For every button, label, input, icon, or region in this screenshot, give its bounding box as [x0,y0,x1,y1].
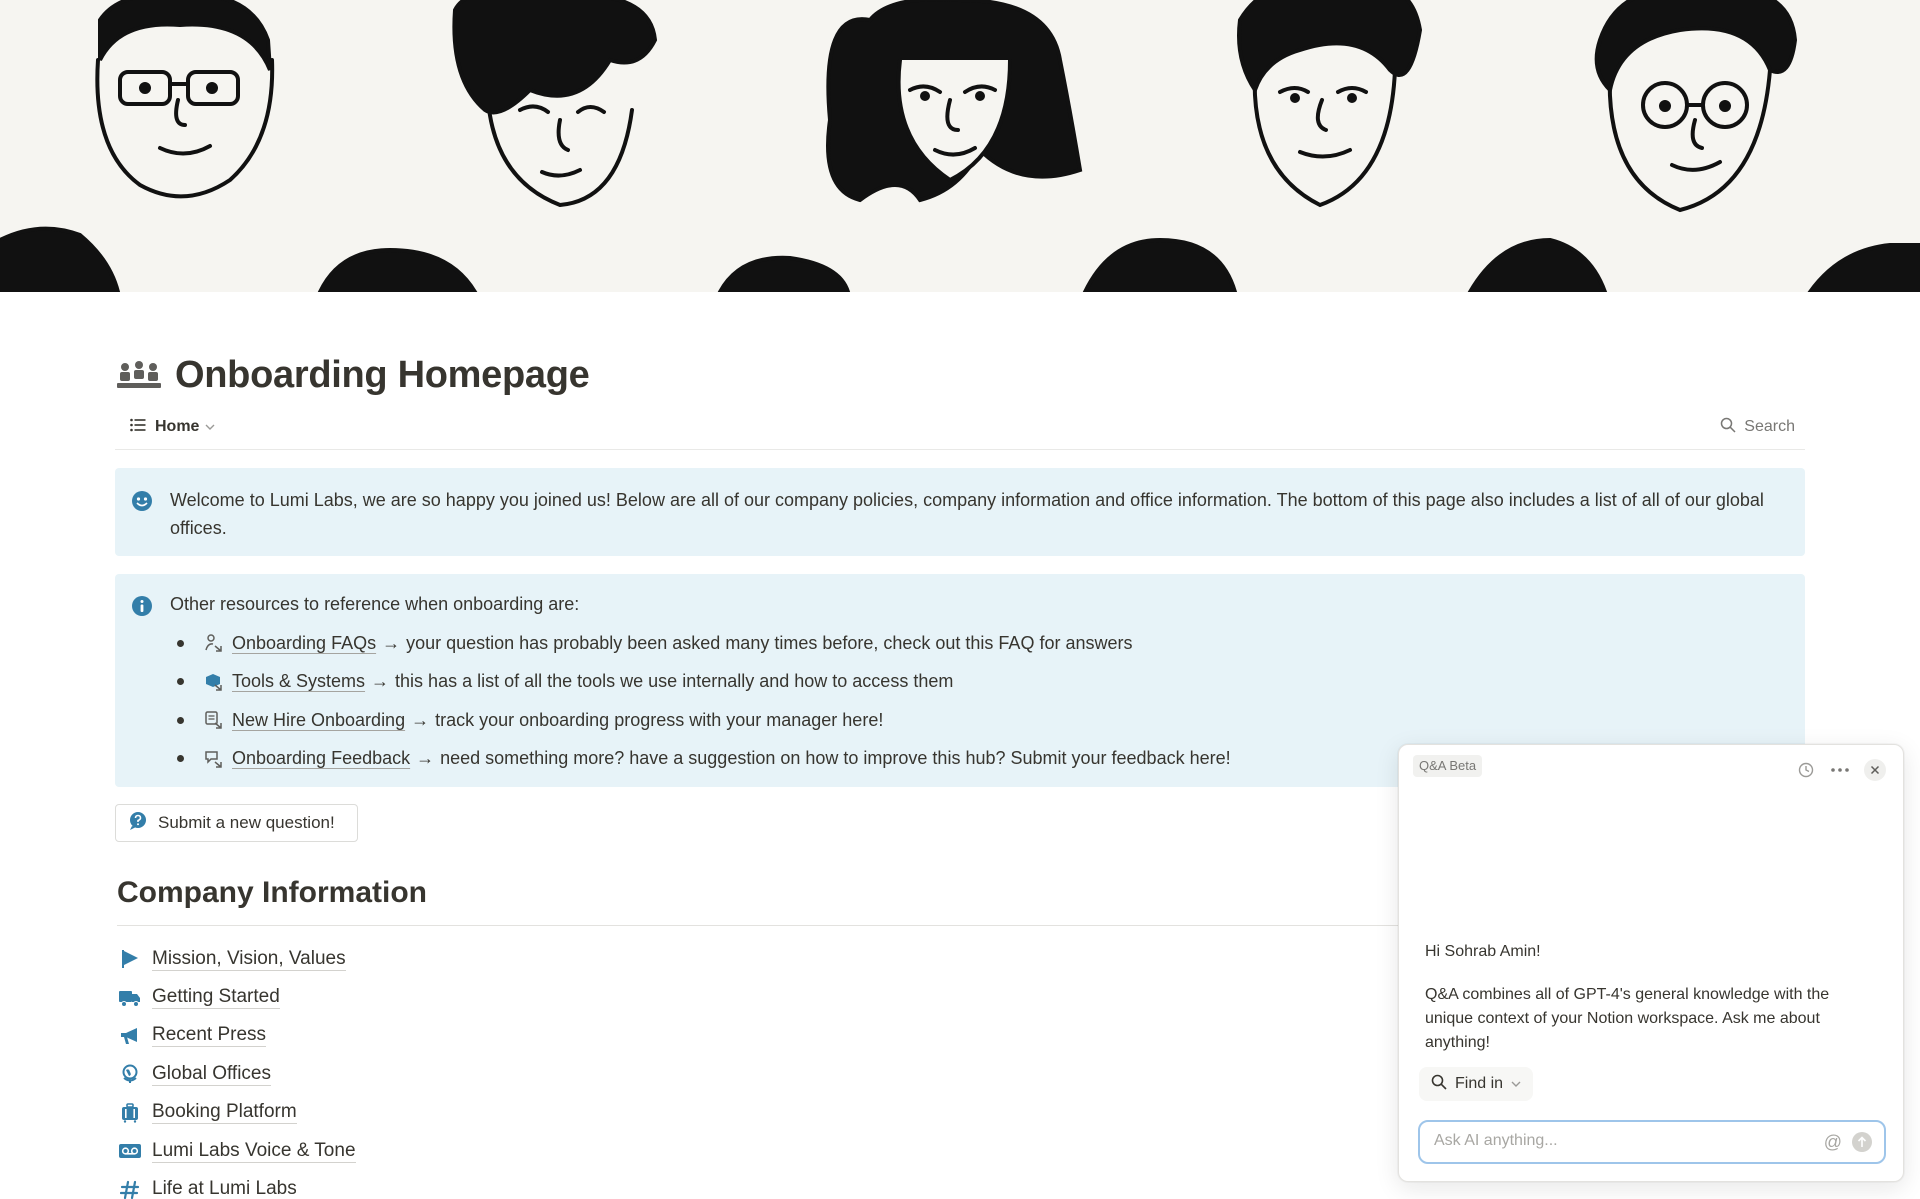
search-button[interactable]: Search [1720,414,1795,440]
list-item: New Hire Onboarding → track your onboard… [177,701,1231,740]
chevron-down-icon [205,418,215,436]
resource-desc: this has a list of all the tools we use … [395,671,954,692]
history-icon[interactable] [1795,759,1817,781]
faces-illustration [0,0,1920,292]
find-in-button[interactable]: Find in [1419,1067,1534,1101]
page-link-label: Recent Press [152,1024,267,1048]
people-icon [117,356,161,396]
page-link-label: Global Offices [152,1062,271,1086]
company-pages-list: Mission, Vision, Values Getting Started … [119,940,356,1199]
submit-question-label: Submit a new question! [158,813,335,832]
list-item: Onboarding FAQs → your question has prob… [177,624,1231,663]
ask-ai-input[interactable] [1434,1132,1804,1150]
search-label: Search [1744,418,1795,435]
ask-ai-field: @ [1418,1120,1886,1164]
arrow: → [416,748,435,769]
hash-icon [119,1179,141,1199]
page-link-label: Lumi Labs Voice & Tone [152,1139,356,1163]
megaphone-icon [119,1025,141,1047]
welcome-text: Welcome to Lumi Labs, we are so happy yo… [170,490,1764,538]
page-link-mission[interactable]: Mission, Vision, Values [119,940,356,978]
search-icon [1720,417,1736,438]
title-row: Onboarding Homepage [117,354,590,397]
view-bar: Home Search [115,410,1805,450]
resource-desc: your question has probably been asked ma… [406,632,1133,653]
page-link-booking-platform[interactable]: Booking Platform [119,1094,356,1132]
resources-heading: Other resources to reference when onboar… [170,594,580,614]
onboarding-feedback-link[interactable]: Onboarding Feedback [232,748,410,769]
arrow: → [411,709,430,730]
new-hire-icon [204,710,224,730]
faq-person-icon [204,633,224,653]
list-item: Tools & Systems → this has a list of all… [177,663,1231,702]
page-link-label: Booking Platform [152,1101,297,1125]
feedback-icon [204,749,224,769]
arrow: → [382,632,401,653]
qa-description: Q&A combines all of GPT-4's general know… [1425,986,1830,1051]
info-icon [131,595,153,617]
page-link-life-at-lumi[interactable]: Life at Lumi Labs [119,1170,356,1199]
view-tab-home[interactable]: Home [130,414,215,440]
question-bubble-icon [128,811,148,836]
resource-desc: need something more? have a suggestion o… [440,748,1231,769]
bullet [177,678,184,686]
voicemail-icon [119,1140,141,1162]
page-link-label: Life at Lumi Labs [152,1178,297,1199]
more-options-icon[interactable] [1829,759,1851,781]
resource-desc: track your onboarding progress with your… [435,709,884,730]
arrow: → [371,671,390,692]
qa-panel: Q&A Beta Hi Sohrab Amin! Q&A combines al… [1398,744,1904,1182]
bullet [177,755,184,763]
page-link-voice-tone[interactable]: Lumi Labs Voice & Tone [119,1132,356,1170]
page-link-global-offices[interactable]: Global Offices [119,1055,356,1093]
new-hire-onboarding-link[interactable]: New Hire Onboarding [232,710,405,731]
view-tab-label: Home [155,418,200,435]
list-icon [130,418,146,437]
smiley-icon [131,490,153,512]
close-icon[interactable] [1864,759,1886,781]
send-arrow-icon[interactable] [1852,1132,1872,1152]
bullet [177,639,184,647]
truck-icon [119,987,141,1009]
flag-icon [119,948,141,970]
qa-beta-badge: Q&A Beta [1413,755,1483,777]
globe-icon [119,1063,141,1085]
find-in-label: Find in [1455,1075,1504,1092]
chevron-down-icon [1511,1075,1521,1093]
tools-systems-link[interactable]: Tools & Systems [232,671,365,692]
cover-image [0,0,1920,292]
page-link-label: Getting Started [152,986,280,1010]
bullet [177,716,184,724]
tools-box-icon [204,672,224,692]
page-link-getting-started[interactable]: Getting Started [119,978,356,1016]
page-title: Onboarding Homepage [175,354,590,396]
submit-question-button[interactable]: Submit a new question! [115,804,358,842]
list-item: Onboarding Feedback → need something mor… [177,740,1231,779]
resources-list: Onboarding FAQs → your question has prob… [177,624,1231,778]
onboarding-faqs-link[interactable]: Onboarding FAQs [232,633,376,654]
search-icon [1431,1074,1447,1095]
section-heading: Company Information [117,876,428,909]
luggage-icon [119,1102,141,1124]
qa-greeting: Hi Sohrab Amin! [1425,943,1541,960]
page-link-label: Mission, Vision, Values [152,947,346,971]
mention-icon[interactable]: @ [1824,1132,1842,1153]
page-link-recent-press[interactable]: Recent Press [119,1017,356,1055]
